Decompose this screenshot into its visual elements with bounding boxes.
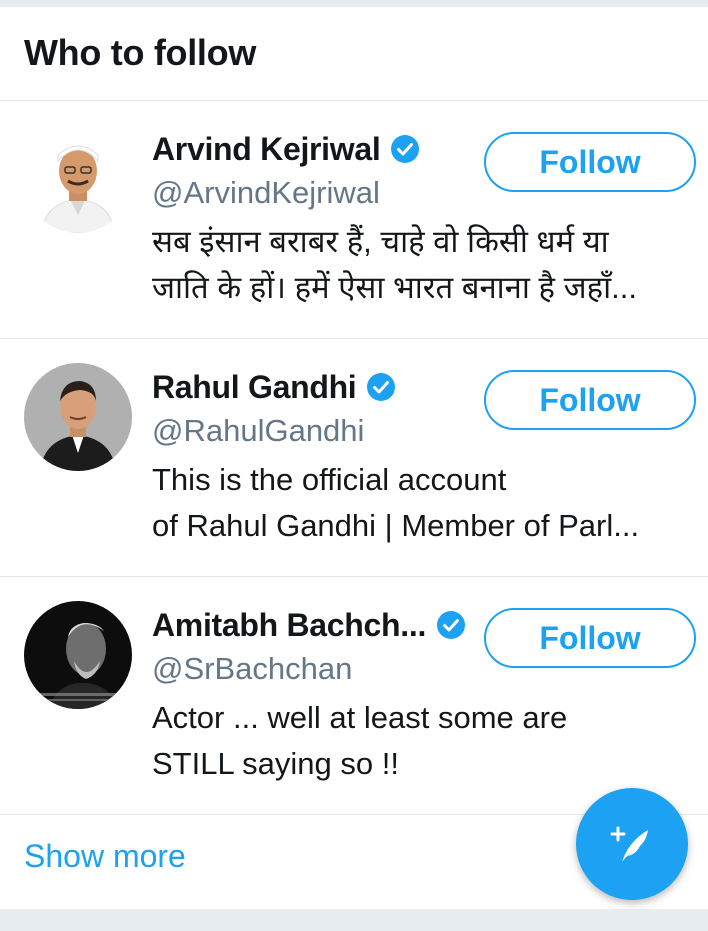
bio-line: सब इंसान बराबर हैं, चाहे वो किसी धर्म या (152, 224, 609, 259)
account-name[interactable]: Amitabh Bachch... (152, 607, 426, 644)
card-header: Who to follow (0, 7, 708, 101)
name-line: Arvind Kejriwal (152, 127, 420, 171)
avatar-photo (24, 125, 132, 233)
account-bio: This is the official account of Rahul Ga… (152, 457, 692, 549)
suggestion-row-rahul-gandhi[interactable]: Rahul Gandhi @RahulGandhi This is the of… (0, 339, 708, 577)
follow-button[interactable]: Follow (484, 370, 696, 430)
who-to-follow-card: Who to follow Arvind Kejriwal @ArvindKej… (0, 7, 708, 909)
account-handle: @RahulGandhi (152, 413, 365, 448)
suggestion-row-arvind-kejriwal[interactable]: Arvind Kejriwal @ArvindKejriwal सब इंसान… (0, 101, 708, 339)
bio-line: This is the official account (152, 462, 507, 497)
show-more-link[interactable]: Show more (24, 838, 186, 875)
page-title: Who to follow (24, 32, 257, 73)
bio-line: जाति के हों। हमें ऐसा भारत बनाना है जहाँ… (152, 270, 637, 305)
avatar-photo (24, 601, 132, 709)
avatar-photo (24, 363, 132, 471)
bio-line: STILL saying so !! (152, 746, 399, 781)
suggestion-row-amitabh-bachchan[interactable]: Amitabh Bachch... @SrBachchan Actor ... … (0, 577, 708, 815)
account-name[interactable]: Rahul Gandhi (152, 369, 357, 406)
follow-button[interactable]: Follow (484, 132, 696, 192)
bio-line: Actor ... well at least some are (152, 700, 568, 735)
avatar[interactable] (24, 601, 132, 709)
compose-tweet-button[interactable] (576, 788, 688, 900)
compose-tweet-icon (610, 826, 648, 862)
account-bio: Actor ... well at least some are STILL s… (152, 695, 692, 787)
top-separator (0, 0, 708, 7)
avatar[interactable] (24, 363, 132, 471)
account-handle: @ArvindKejriwal (152, 175, 380, 210)
bottom-separator (0, 909, 708, 931)
name-line: Amitabh Bachch... (152, 603, 466, 647)
verified-badge-icon (436, 610, 466, 640)
verified-badge-icon (366, 372, 396, 402)
verified-badge-icon (390, 134, 420, 164)
account-bio: सब इंसान बराबर हैं, चाहे वो किसी धर्म या… (152, 219, 692, 311)
account-handle: @SrBachchan (152, 651, 353, 686)
bio-line: of Rahul Gandhi | Member of Parl... (152, 508, 640, 543)
account-name[interactable]: Arvind Kejriwal (152, 131, 381, 168)
avatar[interactable] (24, 125, 132, 233)
follow-button[interactable]: Follow (484, 608, 696, 668)
name-line: Rahul Gandhi (152, 365, 396, 409)
